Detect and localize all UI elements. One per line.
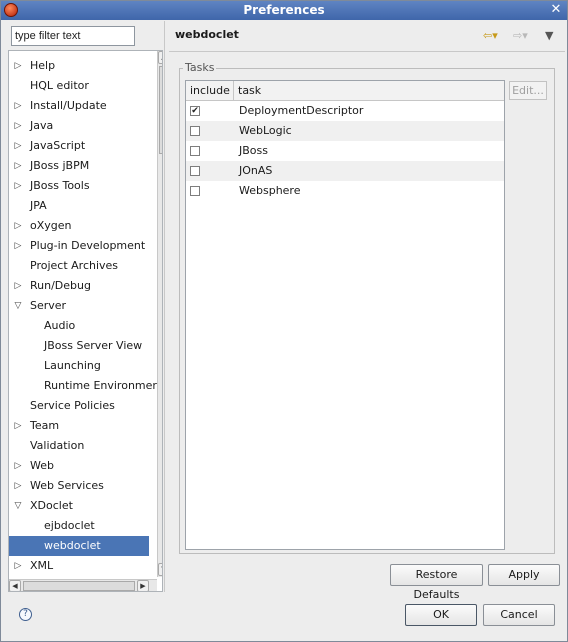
- forward-arrow-icon[interactable]: ⇨▾: [513, 29, 528, 42]
- tree-item-label: Audio: [44, 319, 76, 332]
- page-title: webdoclet: [175, 28, 239, 41]
- ok-button[interactable]: OK: [405, 604, 477, 626]
- collapsed-arrow-icon[interactable]: ▷: [13, 476, 23, 496]
- scroll-up-icon[interactable]: ▲: [158, 51, 162, 64]
- tree-item-label: JBoss Server View: [44, 339, 143, 352]
- include-checkbox[interactable]: [190, 166, 200, 176]
- column-header-include[interactable]: include: [186, 81, 234, 101]
- apply-button[interactable]: Apply: [488, 564, 560, 586]
- tree-item-label: Java: [30, 119, 54, 132]
- tree-item-label: JBoss Tools: [30, 179, 90, 192]
- collapsed-arrow-icon[interactable]: ▷: [13, 556, 23, 576]
- collapsed-arrow-icon[interactable]: ▷: [13, 96, 23, 116]
- tree-item-label: HQL editor: [30, 79, 89, 92]
- tasks-table: include task ✔ DeploymentDescriptor WebLog…: [185, 80, 505, 550]
- tree-item-label: JavaScript: [30, 139, 86, 152]
- tree-item-label: Web: [30, 459, 54, 472]
- tree-item-label: Launching: [44, 359, 101, 372]
- sash-divider[interactable]: [164, 21, 165, 592]
- tree-item-label: Plug-in Development: [30, 239, 146, 252]
- view-menu-icon[interactable]: ▼: [545, 29, 553, 42]
- title-bar: Preferences ✕: [1, 1, 567, 20]
- tree-item-label: Help: [30, 59, 56, 72]
- table-row[interactable]: JBoss: [186, 141, 504, 161]
- edit-button[interactable]: Edit...: [509, 81, 547, 100]
- task-name: JOnAS: [239, 164, 273, 177]
- expanded-arrow-icon[interactable]: ▽: [13, 496, 23, 516]
- scroll-thumb[interactable]: [159, 66, 162, 154]
- tree-item-label: oXygen: [30, 219, 72, 232]
- h-scroll-thumb[interactable]: [23, 581, 135, 591]
- table-header: include task: [186, 81, 504, 101]
- tree-item-label: Runtime Environmer: [44, 379, 157, 392]
- tree-item-label: XML: [30, 559, 54, 572]
- collapsed-arrow-icon[interactable]: ▷: [13, 56, 23, 76]
- tree-vertical-scrollbar[interactable]: ▲ ▼: [157, 51, 162, 577]
- tasks-group-label: Tasks: [183, 61, 217, 74]
- scroll-left-icon[interactable]: ◀: [9, 580, 21, 591]
- scroll-down-icon[interactable]: ▼: [158, 563, 162, 576]
- task-name: WebLogic: [239, 124, 292, 137]
- collapsed-arrow-icon[interactable]: ▷: [13, 216, 23, 236]
- close-icon[interactable]: ✕: [549, 3, 563, 17]
- tree-item-label: JBoss jBPM: [30, 159, 90, 172]
- collapsed-arrow-icon[interactable]: ▷: [13, 456, 23, 476]
- include-checkbox[interactable]: [190, 186, 200, 196]
- scroll-right-icon[interactable]: ▶: [137, 580, 149, 591]
- tree-item-label: Run/Debug: [30, 279, 91, 292]
- window-title: Preferences: [243, 3, 325, 17]
- back-arrow-icon[interactable]: ⇦▾: [483, 29, 498, 42]
- tree-item-label: Validation: [30, 439, 85, 452]
- tree-item-label: ejbdoclet: [44, 519, 95, 532]
- preferences-window: Preferences ✕ ▷ Help HQL editor ▷ Install/Up…: [0, 0, 568, 642]
- table-row[interactable]: WebLogic: [186, 121, 504, 141]
- collapsed-arrow-icon[interactable]: ▷: [13, 116, 23, 136]
- task-name: JBoss: [239, 144, 268, 157]
- include-checkbox[interactable]: [190, 126, 200, 136]
- collapsed-arrow-icon[interactable]: ▷: [13, 136, 23, 156]
- help-icon[interactable]: ?: [19, 608, 32, 621]
- tree-item-label: Project Archives: [30, 259, 119, 272]
- tree-item-label: Server: [30, 299, 67, 312]
- restore-defaults-button[interactable]: Restore Defaults: [390, 564, 483, 601]
- table-row[interactable]: Websphere: [186, 181, 504, 201]
- table-row[interactable]: ✔ DeploymentDescriptor: [186, 101, 504, 121]
- tree-item-webdoclet[interactable]: webdoclet: [9, 536, 149, 556]
- collapsed-arrow-icon[interactable]: ▷: [13, 276, 23, 296]
- tree-item-label: Team: [30, 419, 60, 432]
- preferences-tree: ▷ Help HQL editor ▷ Install/Update ▷ Java ▷ Java…: [8, 50, 163, 592]
- include-checkbox[interactable]: [190, 146, 200, 156]
- tree-item-label: Install/Update: [30, 99, 107, 112]
- table-row[interactable]: JOnAS: [186, 161, 504, 181]
- tree-horizontal-scrollbar[interactable]: ◀ ▶: [9, 579, 157, 591]
- collapsed-arrow-icon[interactable]: ▷: [13, 156, 23, 176]
- collapsed-arrow-icon[interactable]: ▷: [13, 236, 23, 256]
- tree-item-label: webdoclet: [44, 539, 101, 552]
- title-separator: [169, 51, 565, 52]
- include-checkbox[interactable]: ✔: [190, 106, 200, 116]
- tree-item-label: Web Services: [30, 479, 104, 492]
- cancel-button[interactable]: Cancel: [483, 604, 555, 626]
- expanded-arrow-icon[interactable]: ▽: [13, 296, 23, 316]
- tree-item-label: JPA: [30, 199, 47, 212]
- tree-item-label: XDoclet: [30, 499, 73, 512]
- column-header-task[interactable]: task: [234, 81, 261, 101]
- collapsed-arrow-icon[interactable]: ▷: [13, 176, 23, 196]
- filter-input[interactable]: [11, 26, 135, 46]
- tree-item-label: Service Policies: [30, 399, 115, 412]
- task-name: DeploymentDescriptor: [239, 104, 364, 117]
- collapsed-arrow-icon[interactable]: ▷: [13, 416, 23, 436]
- task-name: Websphere: [239, 184, 301, 197]
